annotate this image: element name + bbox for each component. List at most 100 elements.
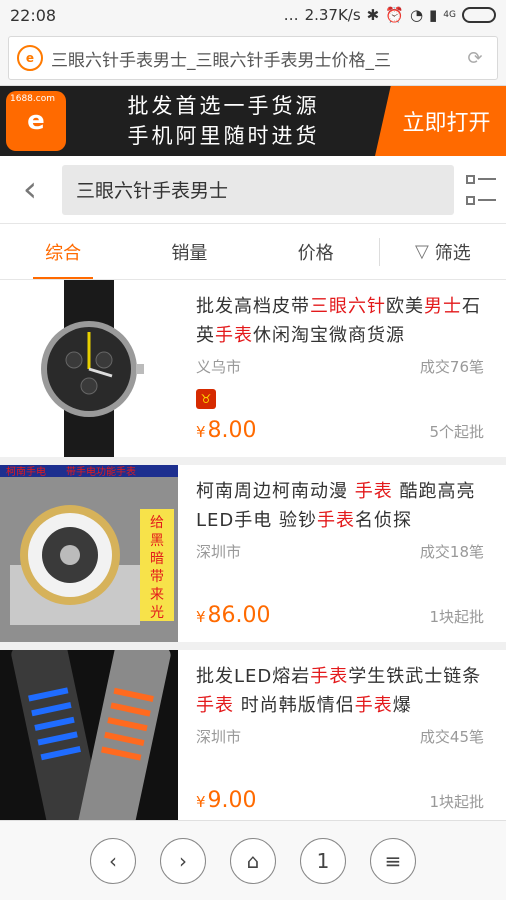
- product-title[interactable]: 批发LED熔岩手表学生铁武士链条手表 时尚韩版情侣手表爆: [196, 662, 484, 720]
- currency-symbol: ¥: [196, 793, 206, 811]
- slogan-line-2: 手机阿里随时进货: [127, 124, 320, 148]
- app-download-banner: 1688.com e 批发首选一手货源 手机阿里随时进货 立即打开: [0, 86, 506, 156]
- product-location: 深圳市: [196, 728, 242, 746]
- price-row: ¥86.00 1块起批: [196, 603, 484, 628]
- product-info: 柯南周边柯南动漫 手表 酷跑高亮LED手电 验钞手表名侦探 深圳市 成交18笔 …: [178, 465, 506, 642]
- product-item[interactable]: 批发高档皮带三眼六针欧美男士石英手表休闲淘宝微商货源 义乌市 成交76笔 ♉ ¥…: [0, 280, 506, 465]
- price-value: 8.00: [207, 418, 257, 443]
- product-deals: 成交18笔: [419, 543, 484, 561]
- tab-comprehensive[interactable]: 综合: [0, 224, 126, 279]
- tab-filter[interactable]: ▽ 筛选: [378, 237, 506, 266]
- product-meta: 义乌市 成交76笔: [196, 356, 484, 377]
- product-deals: 成交76笔: [419, 358, 484, 376]
- title-text: 批发高档皮带: [196, 296, 310, 317]
- sort-tabs: 综合 销量 价格 ▽ 筛选: [0, 224, 506, 280]
- tab-label: 筛选: [434, 242, 471, 264]
- menu-icon[interactable]: ≡: [370, 837, 416, 884]
- logo-glyph-icon: e: [27, 106, 45, 136]
- product-meta: 深圳市 成交18笔: [196, 541, 484, 562]
- url-text[interactable]: 三眼六针手表男士_三眼六针手表男士价格_三: [51, 46, 455, 71]
- app-logo: 1688.com e: [6, 91, 66, 151]
- battery-icon: [462, 7, 496, 23]
- list-view-icon[interactable]: [466, 174, 496, 205]
- product-title[interactable]: 柯南周边柯南动漫 手表 酷跑高亮LED手电 验钞手表名侦探: [196, 477, 484, 535]
- title-text: 时尚韩版情侣: [234, 695, 355, 716]
- network-type: 4G: [443, 10, 456, 20]
- title-text: 柯南周边柯南动漫: [196, 481, 355, 502]
- title-text: 爆: [392, 695, 412, 716]
- product-item[interactable]: 批发LED熔岩手表学生铁武士链条手表 时尚韩版情侣手表爆 深圳市 成交45笔 ¥…: [0, 650, 506, 835]
- wifi-icon: ◔: [409, 6, 424, 24]
- browser-bottom-bar: ‹ › ⌂ 1 ≡: [0, 820, 506, 900]
- product-info: 批发高档皮带三眼六针欧美男士石英手表休闲淘宝微商货源 义乌市 成交76笔 ♉ ¥…: [178, 280, 506, 457]
- product-moq: 5个起批: [429, 423, 484, 441]
- product-title[interactable]: 批发高档皮带三眼六针欧美男士石英手表休闲淘宝微商货源: [196, 292, 484, 350]
- product-item[interactable]: 柯南手电 带手电功能手表 给 黑 暗 带 来 光 柯南周边柯南动漫 手表 酷跑高…: [0, 465, 506, 650]
- product-moq: 1块起批: [429, 793, 484, 811]
- dots-icon: …: [283, 6, 299, 24]
- status-icons: … 2.37K/s ✱ ⏰ ◔ ▮ 4G: [284, 6, 496, 24]
- product-location: 深圳市: [196, 543, 242, 561]
- bull-badge-icon: ♉: [196, 389, 216, 409]
- funnel-icon: ▽: [414, 241, 429, 262]
- alarm-icon: ⏰: [385, 6, 404, 24]
- tab-label: 综合: [45, 242, 82, 264]
- svg-text:光: 光: [150, 605, 164, 621]
- price-row: ¥8.00 5个起批: [196, 418, 484, 443]
- product-meta: 深圳市 成交45笔: [196, 726, 484, 747]
- slogan-line-1: 批发首选一手货源: [127, 94, 320, 118]
- nav-forward-icon[interactable]: ›: [160, 837, 206, 884]
- title-text: 学生铁武士链条: [348, 666, 482, 687]
- svg-text:给: 给: [150, 515, 164, 531]
- tab-label: 销量: [171, 242, 208, 264]
- price-row: ¥9.00 1块起批: [196, 788, 484, 813]
- title-text: 批发LED熔岩: [196, 666, 311, 687]
- svg-text:来: 来: [150, 587, 164, 603]
- open-app-button[interactable]: 立即打开: [375, 86, 506, 156]
- nav-back-icon[interactable]: ‹: [90, 837, 136, 884]
- bluetooth-icon: ✱: [366, 6, 380, 24]
- browser-url-bar: e 三眼六针手表男士_三眼六针手表男士价格_三 ⟳: [0, 30, 506, 86]
- currency-symbol: ¥: [196, 423, 206, 441]
- title-highlight: 三眼六针: [310, 296, 386, 317]
- title-text: 欧美: [386, 296, 424, 317]
- home-icon[interactable]: ⌂: [230, 837, 276, 884]
- title-text: 休闲淘宝微商货源: [253, 325, 405, 346]
- tab-price[interactable]: 价格: [253, 224, 379, 279]
- product-image-lava-watch[interactable]: [0, 650, 178, 827]
- price-value: 9.00: [207, 788, 257, 813]
- product-moq: 1块起批: [429, 608, 484, 626]
- svg-text:暗: 暗: [150, 551, 164, 567]
- price-value: 86.00: [207, 603, 271, 628]
- status-bar: 22:08 … 2.37K/s ✱ ⏰ ◔ ▮ 4G: [0, 0, 506, 30]
- status-time: 22:08: [10, 5, 57, 25]
- product-price: ¥86.00: [196, 603, 271, 628]
- signal-icon: ▮: [429, 6, 438, 24]
- svg-text:黑: 黑: [150, 533, 164, 549]
- product-image-led-watch[interactable]: 柯南手电 带手电功能手表 给 黑 暗 带 来 光: [0, 465, 178, 642]
- product-image-leather-watch[interactable]: [0, 280, 178, 457]
- title-text: 名侦探: [354, 510, 412, 531]
- search-input[interactable]: 三眼六针手表男士: [62, 164, 454, 215]
- site-favicon-icon: e: [17, 45, 43, 71]
- product-price: ¥9.00: [196, 788, 257, 813]
- banner-slogan: 批发首选一手货源 手机阿里随时进货: [72, 86, 375, 156]
- currency-symbol: ¥: [196, 608, 206, 626]
- reload-icon[interactable]: ⟳: [461, 48, 489, 69]
- title-highlight: 手表: [215, 325, 253, 346]
- network-speed: 2.37K/s: [304, 6, 361, 24]
- product-list: 批发高档皮带三眼六针欧美男士石英手表休闲淘宝微商货源 义乌市 成交76笔 ♉ ¥…: [0, 280, 506, 835]
- image-caption-top-2: 带手电功能手表: [66, 465, 136, 478]
- svg-text:带: 带: [150, 569, 164, 585]
- tabs-count-button[interactable]: 1: [300, 837, 346, 884]
- product-location: 义乌市: [196, 358, 242, 376]
- title-highlight: 手表: [316, 510, 355, 531]
- title-highlight: 手表: [354, 695, 393, 716]
- back-arrow-icon[interactable]: ‹: [10, 169, 50, 210]
- title-highlight: 男士: [424, 296, 462, 317]
- url-field[interactable]: e 三眼六针手表男士_三眼六针手表男士价格_三 ⟳: [8, 36, 498, 80]
- product-deals: 成交45笔: [419, 728, 484, 746]
- search-header: ‹ 三眼六针手表男士: [0, 156, 506, 224]
- tab-sales[interactable]: 销量: [126, 224, 252, 279]
- title-highlight: 手表: [310, 666, 349, 687]
